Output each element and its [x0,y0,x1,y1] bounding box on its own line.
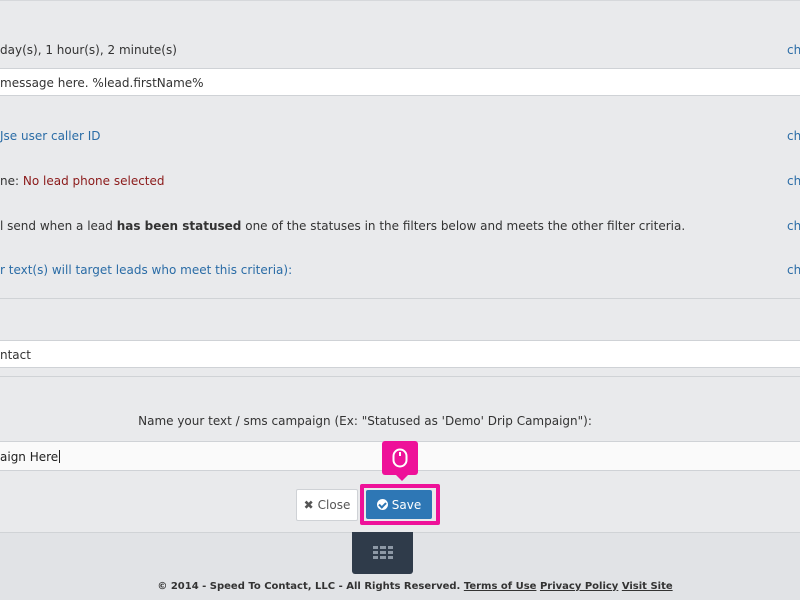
menu-toggle[interactable] [352,532,413,574]
caller-id-text[interactable]: Jse user caller ID [0,129,101,143]
text-caret [59,450,61,463]
phone-text: ne: No lead phone selected [0,174,165,188]
interval-text: day(s), 1 hour(s), 2 minute(s) [0,43,177,57]
x-icon: ✖ [303,498,314,512]
terms-link[interactable]: Terms of Use [464,581,537,592]
contact-field[interactable]: ntact [0,340,800,368]
footer: © 2014 - Speed To Contact, LLC - All Rig… [0,581,800,592]
close-button[interactable]: ✖ Close [296,489,358,521]
campaign-name-value: aign Here [0,450,61,464]
trigger-text: l send when a lead has been statused one… [0,219,685,233]
phone-value: No lead phone selected [22,174,165,188]
section-divider [0,298,800,299]
grid-icon [372,546,393,559]
save-button[interactable]: Save [366,490,432,519]
message-field-value: message here. %lead.firstName% [0,76,204,90]
trigger-after: one of the statuses in the filters below… [241,219,686,233]
phone-prefix: ne: [0,174,23,188]
mouse-icon [392,448,408,468]
check-circle-icon [376,499,388,510]
target-change-link[interactable]: ch [787,263,800,277]
phone-change-link[interactable]: ch [787,174,800,188]
contact-field-value: ntact [0,348,31,362]
trigger-change-link[interactable]: ch [787,219,800,233]
footer-copyright: © 2014 - Speed To Contact, LLC - All Rig… [157,581,461,592]
campaign-name-label: Name your text / sms campaign (Ex: "Stat… [138,414,592,428]
campaign-name-text: aign Here [0,450,59,464]
close-button-label: Close [317,498,351,512]
trigger-bold: has been statused [116,219,242,233]
top-divider [0,0,800,1]
visit-site-link[interactable]: Visit Site [622,581,673,592]
target-text[interactable]: r text(s) will target leads who meet thi… [0,263,292,277]
cursor-indicator [382,441,418,481]
section-divider-2 [0,376,800,377]
caller-id-change-link[interactable]: ch [787,129,800,143]
save-button-label: Save [391,497,422,512]
trigger-before: l send when a lead [0,219,117,233]
interval-change-link[interactable]: ch [787,43,800,57]
privacy-link[interactable]: Privacy Policy [540,581,618,592]
message-field[interactable]: message here. %lead.firstName% [0,68,800,96]
